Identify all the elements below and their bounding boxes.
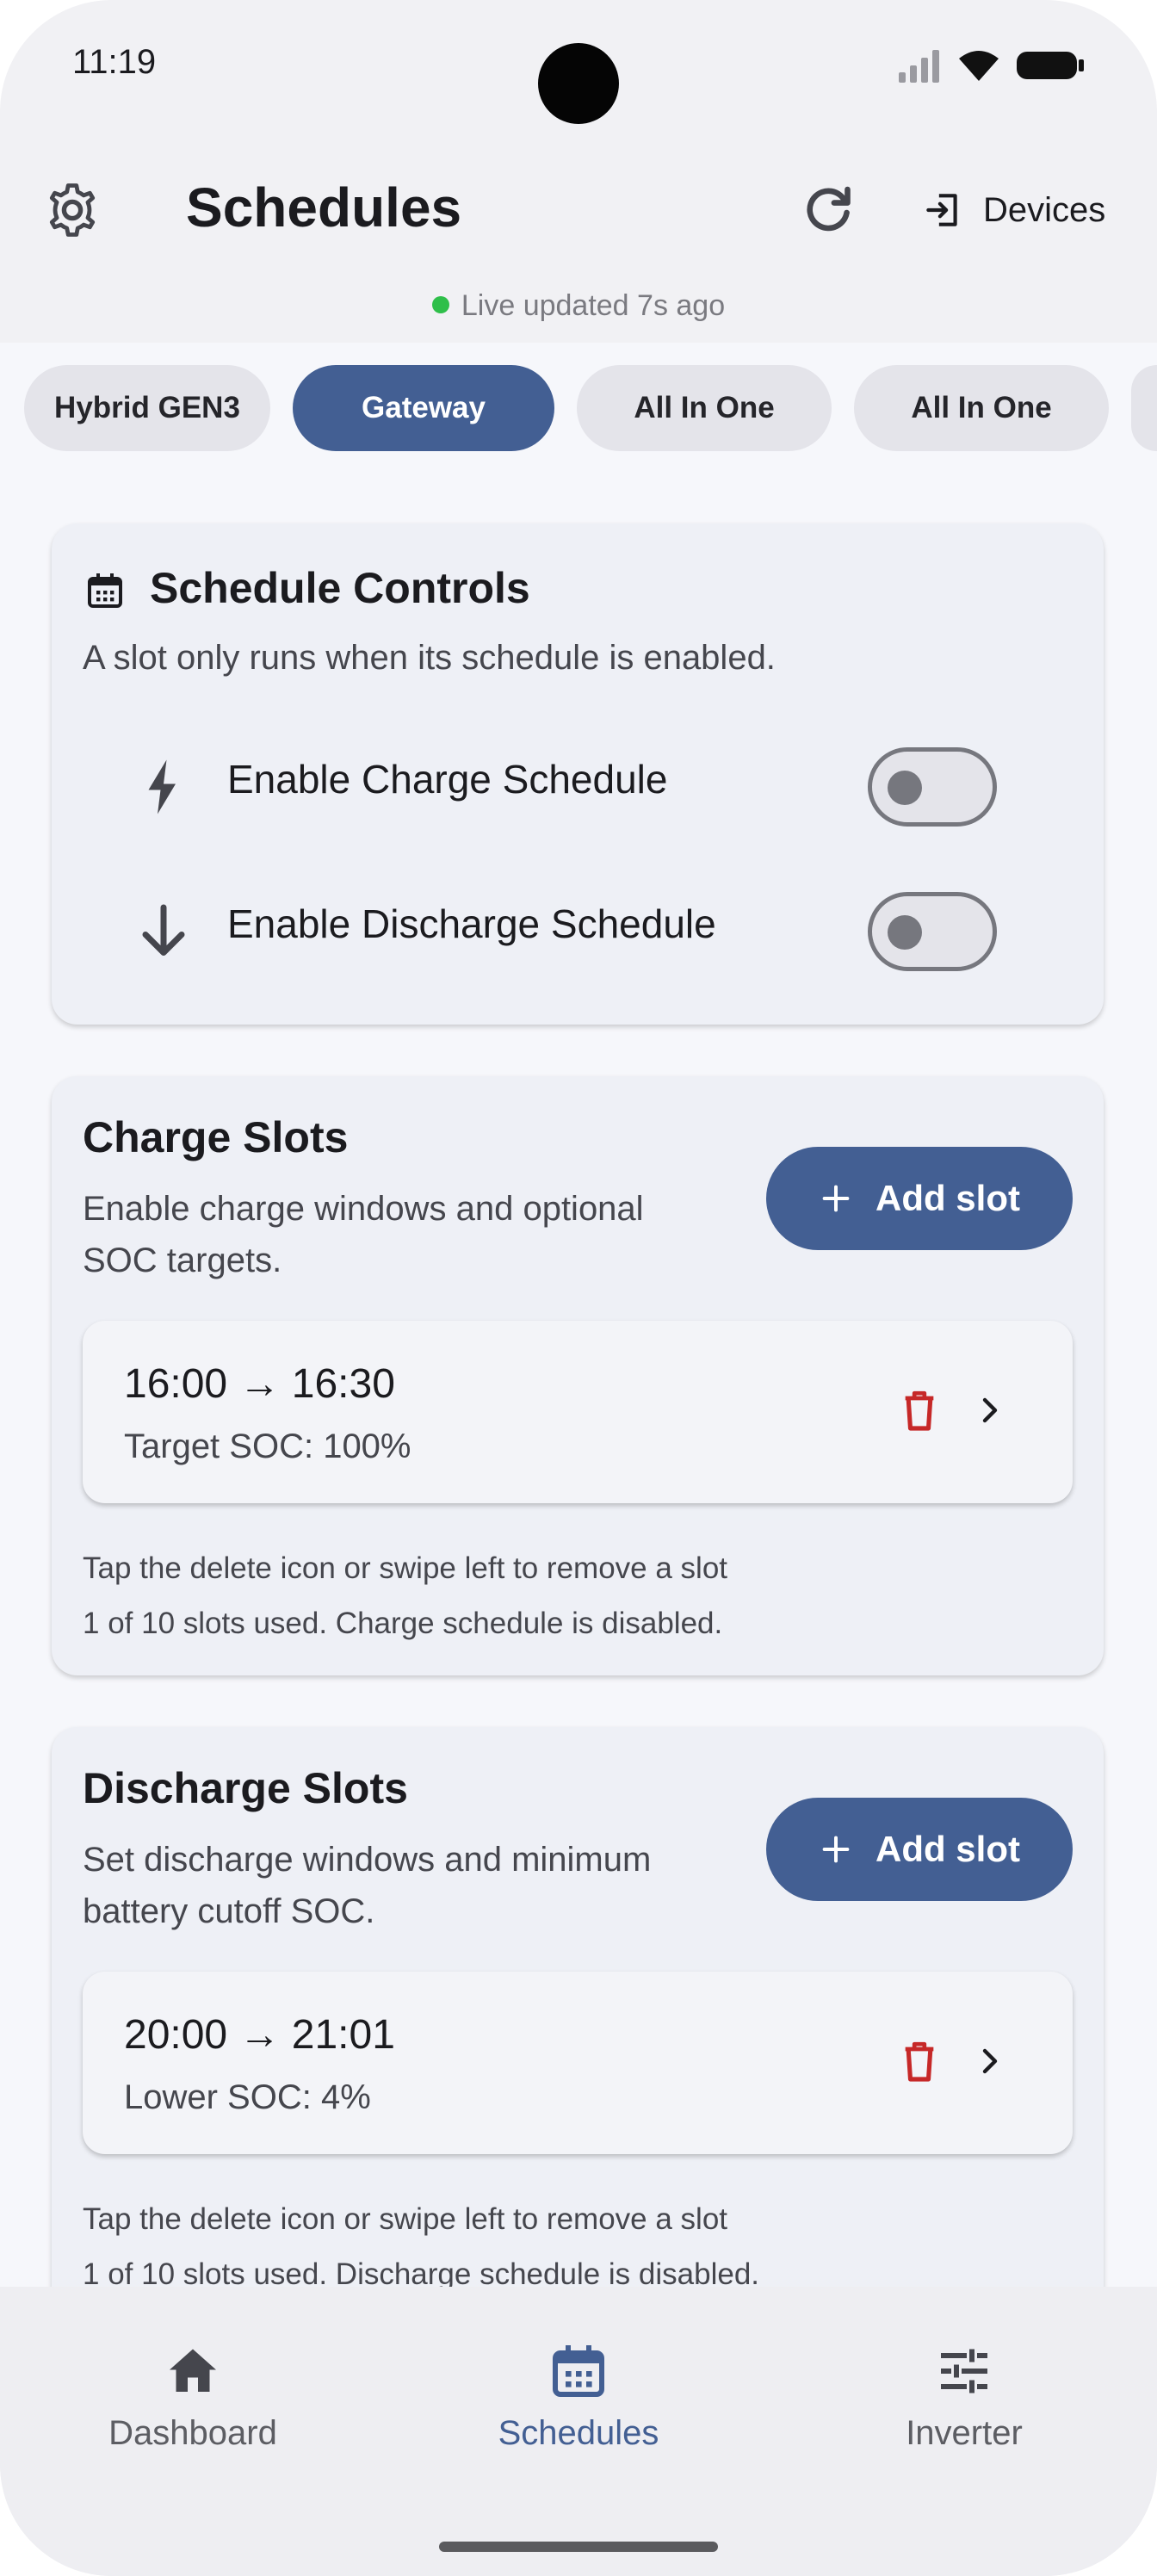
calendar-icon (553, 2345, 604, 2397)
camera-cutout (538, 43, 619, 124)
nav-schedules[interactable]: Schedules (424, 2340, 733, 2453)
nav-inverter-label: Inverter (906, 2414, 1023, 2452)
calendar-icon (88, 573, 122, 608)
tab-all-in-one[interactable]: All In One (577, 365, 832, 451)
sliders-icon (941, 2349, 987, 2393)
system-icons (897, 48, 1085, 83)
schedule-controls-card: Schedule Controls A slot only runs when … (52, 523, 1104, 1025)
slot-time-range: 20:00 → 21:01 (124, 2012, 395, 2058)
charge-schedule-switch[interactable] (868, 747, 997, 827)
battery-icon (1017, 52, 1084, 79)
discharge-slots-subtitle-line2: battery cutoff SOC. (83, 1892, 375, 1930)
tab-hybrid-gen3[interactable]: Hybrid GEN3 (24, 365, 270, 451)
add-charge-slot-button[interactable]: Add slot (766, 1147, 1073, 1250)
add-slot-label: Add slot (875, 1829, 1020, 1869)
slot-lower-soc: Lower SOC: 4% (124, 2078, 371, 2116)
charge-slots-subtitle-line1: Enable charge windows and optional (83, 1190, 644, 1228)
wifi-icon (959, 51, 999, 81)
bottom-nav: Dashboard Schedules Inverter (0, 2287, 1157, 2576)
schedule-controls-title: Schedule Controls (150, 564, 530, 612)
devices-button[interactable]: Devices (921, 179, 1105, 241)
schedule-controls-subtitle: A slot only runs when its schedule is en… (83, 639, 776, 677)
nav-dashboard-label: Dashboard (108, 2414, 277, 2452)
tab-all-in-one-2[interactable]: All In One (854, 365, 1109, 451)
charge-slots-hint: Tap the delete icon or swipe left to rem… (83, 1551, 728, 1585)
discharge-toggle-label: Enable Discharge Schedule (227, 901, 716, 946)
status-time: 11:19 (72, 43, 157, 81)
plus-icon (822, 1185, 850, 1212)
discharge-slots-card: Discharge Slots Set discharge windows an… (52, 1727, 1104, 2287)
discharge-slots-subtitle-line1: Set discharge windows and minimum (83, 1841, 652, 1879)
discharge-schedule-switch[interactable] (868, 892, 997, 971)
gear-icon[interactable] (41, 179, 103, 241)
signal-icon (899, 50, 939, 83)
nav-schedules-label: Schedules (498, 2414, 659, 2452)
charge-slots-usage: 1 of 10 slots used. Charge schedule is d… (83, 1607, 723, 1640)
discharge-slot-item[interactable]: 20:00 → 21:01 Lower SOC: 4% (83, 1972, 1073, 2154)
discharge-slots-hint: Tap the delete icon or swipe left to rem… (83, 2202, 728, 2236)
delete-icon[interactable] (895, 2037, 944, 2085)
tab-label: Gateway (362, 391, 486, 424)
add-slot-label: Add slot (875, 1178, 1020, 1218)
phone-screen: 11:19 Schedules Devices Live updated 7s … (0, 0, 1157, 2576)
charge-slots-title: Charge Slots (83, 1113, 349, 1161)
slot-target-soc: Target SOC: 100% (124, 1427, 411, 1465)
slot-time-range: 16:00 → 16:30 (124, 1361, 395, 1407)
app-bar: Schedules Devices (0, 146, 1157, 276)
switch-knob (888, 915, 922, 950)
charge-slots-subtitle-line2: SOC targets. (83, 1242, 282, 1279)
home-icon (170, 2349, 216, 2392)
discharge-slots-usage: 1 of 10 slots used. Discharge schedule i… (83, 2257, 760, 2287)
arrow-down-icon (142, 904, 185, 956)
switch-knob (888, 771, 922, 805)
devices-label: Devices (983, 190, 1106, 229)
charge-toggle-label: Enable Charge Schedule (227, 757, 668, 802)
tab-gateway[interactable]: Gateway (293, 365, 554, 451)
live-status-text: Live updated 7s ago (461, 289, 726, 322)
plus-icon (822, 1836, 850, 1863)
page-title: Schedules (186, 176, 462, 238)
status-bar: 11:19 (0, 0, 1157, 138)
chevron-right-icon[interactable] (969, 1390, 1011, 1431)
charge-slot-item[interactable]: 16:00 → 16:30 Target SOC: 100% (83, 1321, 1073, 1503)
nav-dashboard[interactable]: Dashboard (38, 2340, 348, 2453)
delete-icon[interactable] (895, 1386, 944, 1434)
chevron-right-icon[interactable] (969, 2040, 1011, 2082)
live-status: Live updated 7s ago (0, 289, 1157, 323)
bolt-icon (148, 759, 176, 814)
tab-more[interactable] (1131, 365, 1157, 451)
device-tabs: Hybrid GEN3 Gateway All In One All In On… (24, 365, 1157, 451)
tab-label: All In One (911, 391, 1052, 424)
live-indicator-dot (431, 296, 449, 314)
add-discharge-slot-button[interactable]: Add slot (766, 1798, 1073, 1901)
content-area[interactable]: Hybrid GEN3 Gateway All In One All In On… (0, 343, 1157, 2287)
home-indicator[interactable] (439, 2542, 718, 2552)
discharge-slots-title: Discharge Slots (83, 1764, 408, 1812)
tab-label: All In One (634, 391, 775, 424)
nav-inverter[interactable]: Inverter (809, 2340, 1119, 2453)
login-icon (926, 194, 957, 226)
refresh-icon[interactable] (797, 179, 859, 241)
charge-slots-card: Charge Slots Enable charge windows and o… (52, 1076, 1104, 1675)
tab-label: Hybrid GEN3 (54, 391, 240, 424)
